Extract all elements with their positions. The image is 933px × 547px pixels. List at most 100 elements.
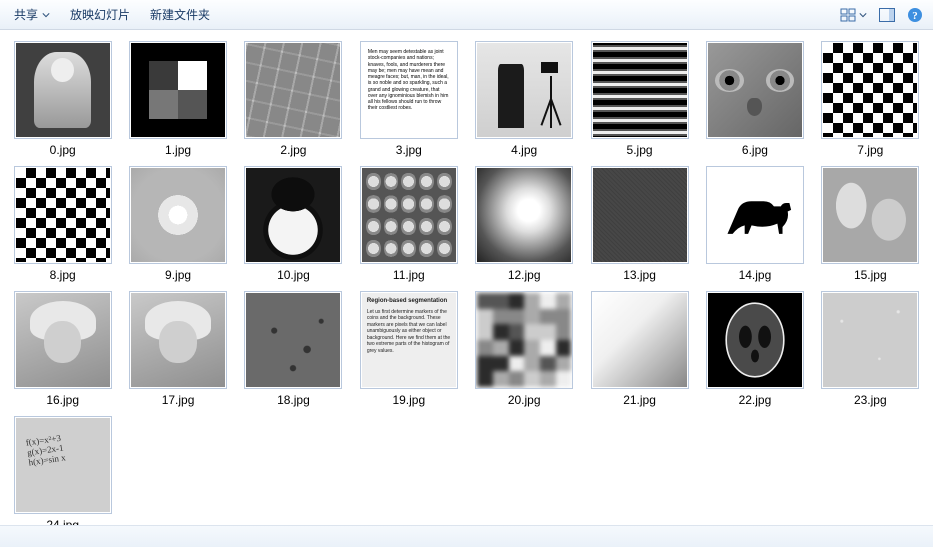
file-name: 6.jpg xyxy=(742,143,768,157)
thumbnail-image: Region-based segmentationLet us first de… xyxy=(362,293,456,387)
thumbnail xyxy=(14,166,112,264)
thumbnails-icon xyxy=(840,8,856,22)
status-bar xyxy=(0,525,933,547)
file-item[interactable]: 15.jpg xyxy=(816,163,925,284)
file-name: 16.jpg xyxy=(46,393,79,407)
file-item[interactable]: 16.jpg xyxy=(8,288,117,409)
thumbnail xyxy=(591,41,689,139)
thumbnail xyxy=(821,166,919,264)
thumbnail xyxy=(591,291,689,389)
thumbnail: Men may seem detestable as joint stock-c… xyxy=(360,41,458,139)
thumbnail xyxy=(591,166,689,264)
file-name: 2.jpg xyxy=(280,143,306,157)
file-name: 20.jpg xyxy=(508,393,541,407)
file-item[interactable]: 7.jpg xyxy=(816,38,925,159)
file-name: 9.jpg xyxy=(165,268,191,282)
file-name: 19.jpg xyxy=(392,393,425,407)
thumbnail-image xyxy=(708,43,802,137)
file-item[interactable]: 11.jpg xyxy=(354,163,463,284)
thumbnail-image xyxy=(246,43,340,137)
file-item[interactable]: 0.jpg xyxy=(8,38,117,159)
thumbnail-image xyxy=(708,293,802,387)
toolbar-new-folder-label: 新建文件夹 xyxy=(150,6,210,23)
thumbnail-grid: 0.jpg 1.jpg 2.jpg Men may seem detestable a… xyxy=(8,38,925,525)
thumbnail-image xyxy=(131,43,225,137)
thumbnail xyxy=(706,41,804,139)
file-item[interactable]: 9.jpg xyxy=(123,163,232,284)
file-item[interactable]: 18.jpg xyxy=(239,288,348,409)
file-name: 23.jpg xyxy=(854,393,887,407)
file-name: 1.jpg xyxy=(165,143,191,157)
file-name: 18.jpg xyxy=(277,393,310,407)
file-item[interactable]: 8.jpg xyxy=(8,163,117,284)
file-item[interactable]: 20.jpg xyxy=(470,288,579,409)
thumbnail-image xyxy=(246,168,340,262)
chevron-down-icon xyxy=(42,11,50,19)
file-name: 10.jpg xyxy=(277,268,310,282)
thumbnail xyxy=(360,166,458,264)
file-name: 13.jpg xyxy=(623,268,656,282)
thumbnail-image xyxy=(823,43,917,137)
toolbar-slideshow[interactable]: 放映幻灯片 xyxy=(62,2,138,27)
thumbnail-image xyxy=(823,168,917,262)
file-item[interactable]: 5.jpg xyxy=(585,38,694,159)
file-item[interactable]: 14.jpg xyxy=(700,163,809,284)
file-name: 21.jpg xyxy=(623,393,656,407)
svg-text:?: ? xyxy=(912,10,918,22)
toolbar-new-folder[interactable]: 新建文件夹 xyxy=(142,2,218,27)
file-item[interactable]: 2.jpg xyxy=(239,38,348,159)
toolbar: 共享 放映幻灯片 新建文件夹 ? xyxy=(0,0,933,30)
thumbnail xyxy=(244,41,342,139)
thumbnail xyxy=(14,291,112,389)
file-name: 24.jpg xyxy=(46,518,79,525)
file-item[interactable]: 13.jpg xyxy=(585,163,694,284)
file-item[interactable]: Men may seem detestable as joint stock-c… xyxy=(354,38,463,159)
thumbnail xyxy=(475,41,573,139)
thumbnail-image xyxy=(477,43,571,137)
file-item[interactable]: 4.jpg xyxy=(470,38,579,159)
file-item[interactable]: 21.jpg xyxy=(585,288,694,409)
thumbnail-image xyxy=(16,168,110,262)
thumbnail xyxy=(244,291,342,389)
toolbar-share-label: 共享 xyxy=(14,6,38,23)
file-item[interactable]: 22.jpg xyxy=(700,288,809,409)
thumbnail xyxy=(14,41,112,139)
thumbnail-image xyxy=(593,43,687,137)
file-item[interactable]: 6.jpg xyxy=(700,38,809,159)
thumbnail-image xyxy=(708,168,802,262)
file-name: 15.jpg xyxy=(854,268,887,282)
thumbnail-image xyxy=(593,168,687,262)
thumbnail-image: Men may seem detestable as joint stock-c… xyxy=(362,43,456,137)
thumbnail-image xyxy=(16,43,110,137)
view-options-button[interactable] xyxy=(836,5,871,25)
file-item[interactable]: Region-based segmentationLet us first de… xyxy=(354,288,463,409)
thumbnail-image xyxy=(477,293,571,387)
file-name: 14.jpg xyxy=(739,268,772,282)
thumbnail-image xyxy=(246,293,340,387)
thumbnail-image xyxy=(16,293,110,387)
file-item[interactable]: 17.jpg xyxy=(123,288,232,409)
thumbnail xyxy=(475,166,573,264)
thumbnail-image xyxy=(16,418,110,512)
thumbnail xyxy=(821,41,919,139)
file-item[interactable]: 1.jpg xyxy=(123,38,232,159)
help-button[interactable]: ? xyxy=(903,4,927,26)
file-item[interactable]: 23.jpg xyxy=(816,288,925,409)
file-item[interactable]: 10.jpg xyxy=(239,163,348,284)
thumbnail-image xyxy=(131,293,225,387)
file-item[interactable]: 24.jpg xyxy=(8,413,117,525)
thumbnail-image xyxy=(131,168,225,262)
file-name: 0.jpg xyxy=(50,143,76,157)
thumbnail xyxy=(821,291,919,389)
file-item[interactable]: 12.jpg xyxy=(470,163,579,284)
thumbnail: Region-based segmentationLet us first de… xyxy=(360,291,458,389)
thumbnail-image xyxy=(477,168,571,262)
toolbar-share[interactable]: 共享 xyxy=(6,2,58,27)
file-name: 12.jpg xyxy=(508,268,541,282)
thumbnail xyxy=(129,41,227,139)
content-area[interactable]: 0.jpg 1.jpg 2.jpg Men may seem detestable a… xyxy=(0,30,933,525)
file-name: 17.jpg xyxy=(162,393,195,407)
file-name: 22.jpg xyxy=(739,393,772,407)
thumbnail-image xyxy=(593,293,687,387)
preview-pane-button[interactable] xyxy=(875,5,899,25)
